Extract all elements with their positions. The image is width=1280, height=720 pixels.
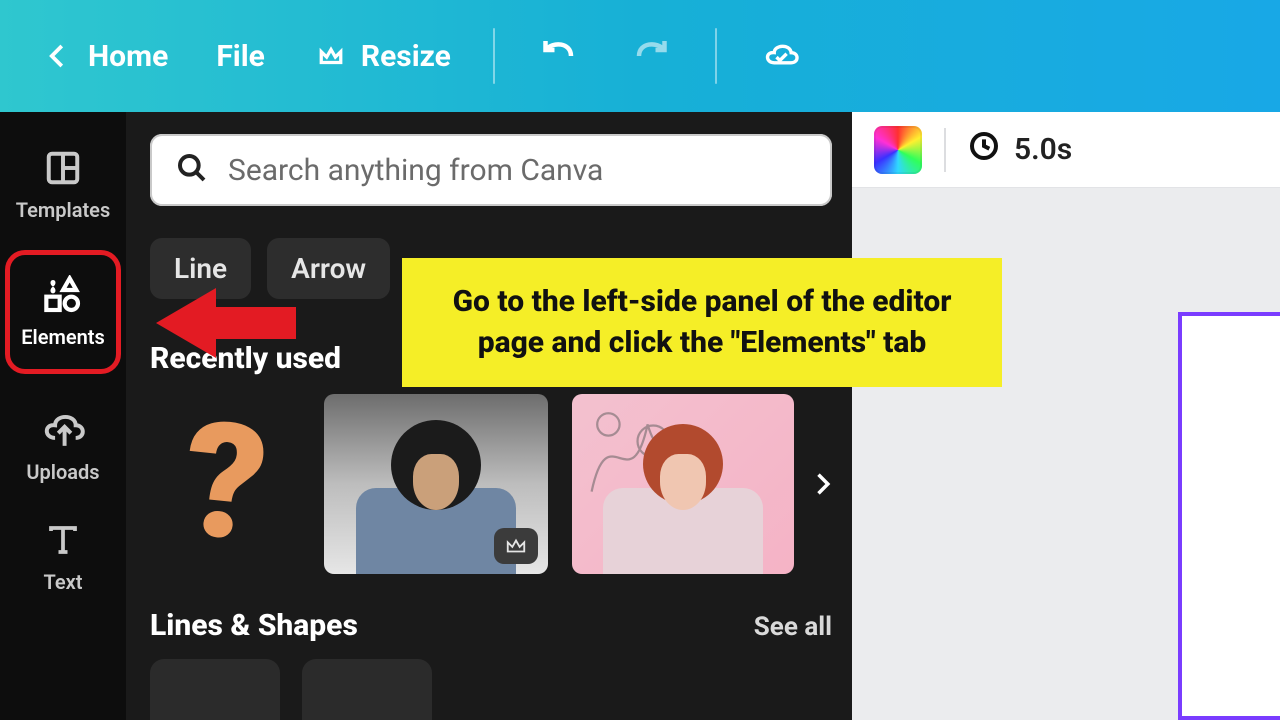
sidebar-item-uploads[interactable]: Uploads	[0, 392, 126, 502]
resize-label: Resize	[361, 39, 451, 74]
elements-panel: Line Arrow Recently used ? Lines	[126, 112, 852, 720]
timing-control[interactable]: 5.0s	[968, 130, 1072, 170]
toolbar-separator	[493, 28, 495, 84]
canvas-area: 5.0s	[852, 112, 1280, 720]
uploads-icon	[39, 410, 87, 450]
redo-icon	[633, 38, 669, 74]
top-toolbar: Home File Resize	[0, 0, 1280, 112]
canvas-page[interactable]	[1178, 312, 1280, 720]
toolbar-separator	[715, 28, 717, 84]
canvas-toolbar: 5.0s	[852, 112, 1280, 188]
element-thumbnail[interactable]	[324, 394, 548, 574]
sidebar-item-label: Templates	[16, 198, 110, 222]
recently-used-row: ?	[150, 394, 832, 574]
sidebar-item-text[interactable]: Text	[0, 502, 126, 612]
templates-icon	[39, 148, 87, 188]
file-label: File	[216, 39, 265, 74]
main-area: Templates Elements Uploads	[0, 112, 1280, 720]
file-menu[interactable]: File	[206, 31, 275, 82]
chip-line[interactable]: Line	[150, 238, 251, 299]
sidebar-item-label: Elements	[21, 325, 105, 349]
sidebar-item-templates[interactable]: Templates	[0, 130, 126, 240]
back-button[interactable]: Home	[30, 30, 178, 82]
premium-badge	[494, 528, 538, 564]
sidebar-item-label: Uploads	[26, 460, 99, 484]
section-title-lines-shapes: Lines & Shapes	[150, 608, 358, 643]
cloud-sync-button[interactable]	[749, 28, 813, 84]
question-mark-icon: ?	[178, 416, 272, 552]
color-picker[interactable]	[874, 126, 922, 174]
toolbar-separator	[944, 128, 946, 172]
shape-thumbnail[interactable]	[302, 659, 432, 720]
sidebar-item-label: Text	[44, 570, 83, 594]
elements-icon	[39, 275, 87, 315]
resize-button[interactable]: Resize	[303, 30, 461, 82]
undo-icon	[541, 38, 577, 74]
crown-icon	[313, 38, 349, 74]
search-input[interactable]	[228, 153, 806, 188]
redo-button[interactable]	[619, 28, 683, 84]
home-label: Home	[88, 39, 168, 74]
scroll-next-button[interactable]	[800, 462, 844, 506]
timing-value: 5.0s	[1014, 132, 1072, 167]
chip-arrow[interactable]: Arrow	[267, 238, 390, 299]
see-all-link[interactable]: See all	[754, 612, 832, 642]
search-bar[interactable]	[150, 134, 832, 206]
search-icon	[176, 152, 208, 188]
cloud-check-icon	[763, 38, 799, 74]
lines-shapes-row	[150, 659, 832, 720]
left-sidebar: Templates Elements Uploads	[0, 112, 126, 720]
sidebar-item-elements[interactable]: Elements	[5, 250, 121, 374]
element-thumbnail[interactable]: ?	[150, 394, 300, 574]
clock-icon	[968, 130, 1000, 170]
annotation-callout: Go to the left-side panel of the editor …	[402, 258, 1002, 387]
chevron-left-icon	[40, 38, 76, 74]
undo-button[interactable]	[527, 28, 591, 84]
text-icon	[39, 520, 87, 560]
element-thumbnail[interactable]	[572, 394, 794, 574]
shape-thumbnail[interactable]	[150, 659, 280, 720]
